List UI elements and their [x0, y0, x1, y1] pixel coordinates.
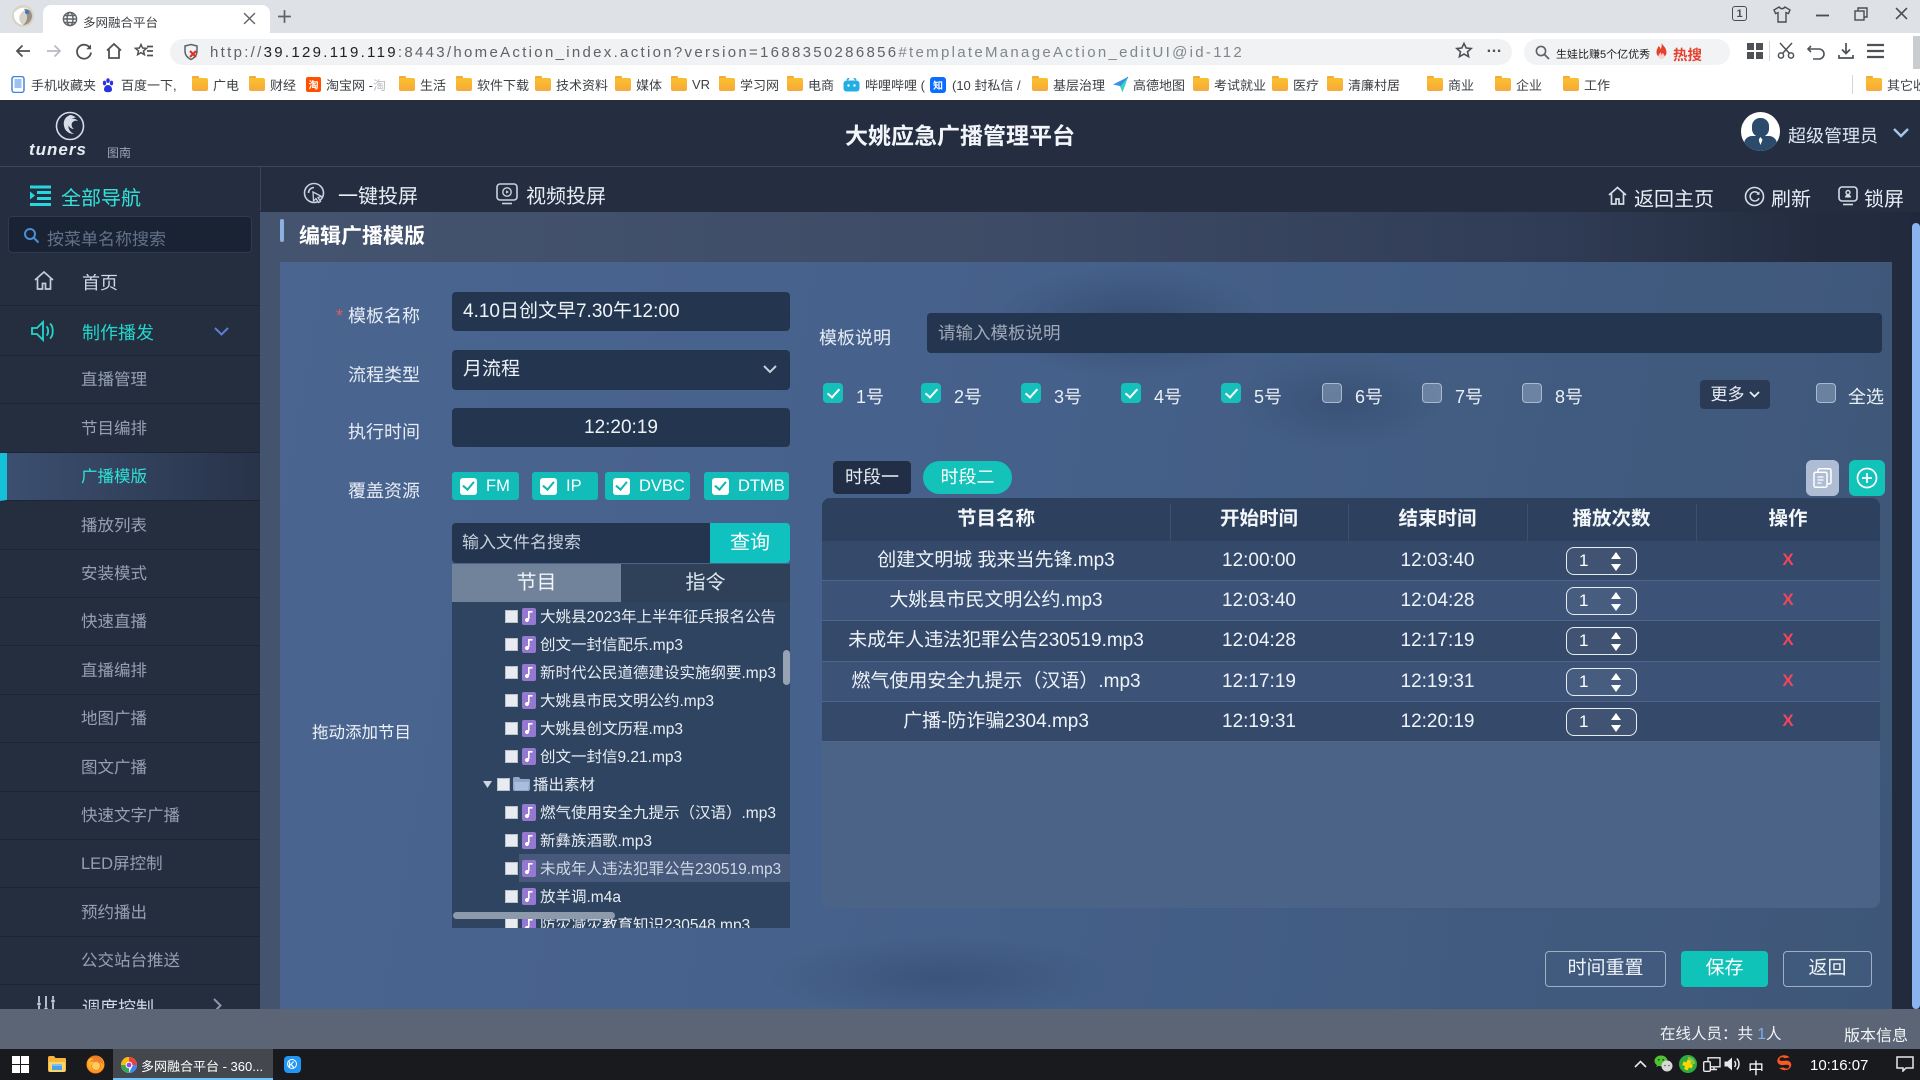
- svg-text:知: 知: [933, 80, 943, 92]
- svg-text:淘: 淘: [309, 80, 319, 92]
